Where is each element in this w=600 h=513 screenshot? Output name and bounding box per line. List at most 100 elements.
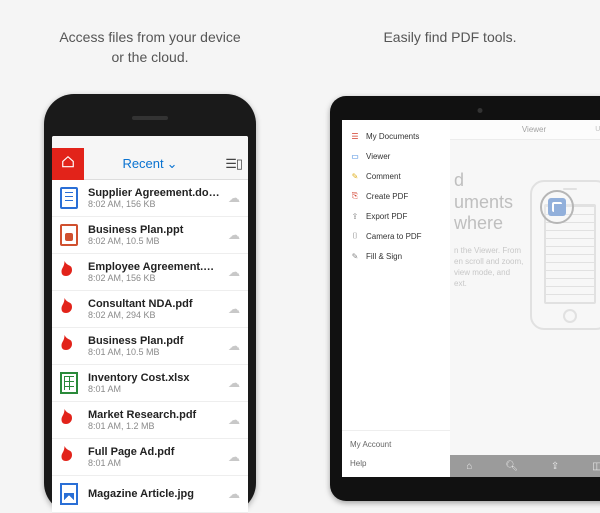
file-meta: Magazine Article.jpg — [88, 488, 220, 500]
tablet-frame: ☰ My Documents ▭ Viewer ✎ Comment ⎘ Create PDF ⇪… — [330, 96, 600, 501]
jpg-icon — [60, 483, 78, 505]
file-row[interactable]: Business Plan.pdf8:01 AM, 10.5 MB☁ — [52, 328, 248, 365]
drawer-item[interactable]: ▭ Viewer — [342, 146, 450, 166]
file-meta: Consultant NDA.pdf8:02 AM, 294 KB — [88, 298, 220, 320]
content-dimmed: Viewer Undo dumentswhere n the Viewer. F… — [450, 120, 600, 477]
file-name: Inventory Cost.xlsx — [88, 372, 220, 384]
file-list[interactable]: Supplier Agreement.docx8:02 AM, 156 KB☁B… — [52, 180, 248, 513]
drawer-item-label: Create PDF — [366, 192, 408, 201]
file-row[interactable]: Business Plan.ppt8:02 AM, 10.5 MB ☁ — [52, 217, 248, 254]
drawer-item-icon: ⌷ — [350, 231, 360, 241]
file-subtitle: 8:02 AM, 10.5 MB — [88, 236, 220, 246]
cloud-icon: ☁ — [228, 228, 240, 242]
drawer-item[interactable]: ✎ Fill & Sign — [342, 246, 450, 266]
right-caption: Easily find PDF tools. — [383, 28, 516, 76]
left-panel: Access files from your device or the clo… — [0, 0, 300, 510]
file-meta: Market Research.pdf8:01 AM, 1.2 MB — [88, 409, 220, 431]
file-subtitle: 8:01 AM — [88, 458, 220, 468]
caption-line: Easily find PDF tools. — [383, 28, 516, 48]
file-subtitle: 8:02 AM, 156 KB — [88, 199, 220, 209]
file-name: Business Plan.pdf — [88, 335, 220, 347]
file-name: Employee Agreement.pdf — [88, 261, 220, 273]
caption-line: or the cloud. — [59, 48, 240, 68]
pdf-icon — [60, 444, 78, 471]
ppt-icon — [60, 224, 78, 246]
drawer-item-label: Camera to PDF — [366, 232, 422, 241]
drawer-item[interactable]: ⎘ Create PDF — [342, 186, 450, 206]
drawer-item-label: Export PDF — [366, 212, 407, 221]
file-meta: Full Page Ad.pdf8:01 AM — [88, 446, 220, 468]
drawer-item-icon: ⎘ — [350, 191, 360, 201]
drawer-item-icon: ▭ — [350, 151, 360, 161]
home-icon — [61, 155, 75, 172]
dim-overlay[interactable] — [450, 120, 600, 477]
file-name: Consultant NDA.pdf — [88, 298, 220, 310]
docx-icon — [60, 187, 78, 209]
file-type-icon — [58, 444, 80, 470]
file-type-icon — [58, 333, 80, 359]
status-bar — [52, 136, 248, 148]
xlsx-icon — [60, 372, 78, 394]
file-subtitle: 8:01 AM — [88, 384, 220, 394]
cloud-icon: ☁ — [228, 339, 240, 353]
nav-title-label: Recent — [122, 156, 163, 171]
file-row[interactable]: Consultant NDA.pdf8:02 AM, 294 KB ☁ — [52, 291, 248, 328]
file-name: Magazine Article.jpg — [88, 488, 220, 500]
drawer-item-icon: ✎ — [350, 171, 360, 181]
drawer-item-icon: ✎ — [350, 251, 360, 261]
cloud-icon: ☁ — [228, 413, 240, 427]
file-type-icon — [58, 185, 80, 211]
file-meta: Supplier Agreement.docx8:02 AM, 156 KB — [88, 187, 220, 209]
drawer-item[interactable]: ✎ Comment — [342, 166, 450, 186]
file-meta: Employee Agreement.pdf8:02 AM, 156 KB — [88, 261, 220, 283]
cloud-icon: ☁ — [228, 302, 240, 316]
navbar: Recent ⌄ ☰▯ — [52, 148, 248, 180]
left-caption: Access files from your device or the clo… — [59, 28, 240, 76]
drawer-footer-item[interactable]: My Account — [342, 435, 450, 454]
pdf-icon — [60, 296, 78, 323]
phone-frame: Recent ⌄ ☰▯ Supplier Agreement.docx8:02 … — [44, 94, 256, 513]
drawer-item[interactable]: ⇪ Export PDF — [342, 206, 450, 226]
file-type-icon — [58, 370, 80, 396]
file-name: Business Plan.ppt — [88, 224, 220, 236]
file-row[interactable]: Employee Agreement.pdf8:02 AM, 156 KB☁ — [52, 254, 248, 291]
file-type-icon — [58, 222, 80, 248]
drawer-item-label: My Account — [350, 440, 391, 449]
drawer-item-label: Fill & Sign — [366, 252, 402, 261]
drawer-footer-item[interactable]: Help — [342, 454, 450, 473]
cloud-icon: ☁ — [228, 450, 240, 464]
caption-line: Access files from your device — [59, 28, 240, 48]
pdf-icon — [60, 407, 78, 434]
file-name: Market Research.pdf — [88, 409, 220, 421]
file-type-icon — [58, 259, 80, 285]
drawer-item-label: Viewer — [366, 152, 390, 161]
file-row[interactable]: Full Page Ad.pdf8:01 AM ☁ — [52, 439, 248, 476]
file-type-icon — [58, 481, 80, 507]
file-subtitle: 8:01 AM, 1.2 MB — [88, 421, 220, 431]
file-row[interactable]: Market Research.pdf8:01 AM, 1.2 MB ☁ — [52, 402, 248, 439]
file-row[interactable]: Magazine Article.jpg ☁ — [52, 476, 248, 513]
tablet-screen: ☰ My Documents ▭ Viewer ✎ Comment ⎘ Create PDF ⇪… — [342, 120, 600, 477]
cloud-icon: ☁ — [228, 487, 240, 501]
drawer-item[interactable]: ☰ My Documents — [342, 126, 450, 146]
drawer-item-icon: ⇪ — [350, 211, 360, 221]
file-type-icon — [58, 296, 80, 322]
file-meta: Inventory Cost.xlsx8:01 AM — [88, 372, 220, 394]
drawer-item-icon: ☰ — [350, 131, 360, 141]
file-meta: Business Plan.ppt8:02 AM, 10.5 MB — [88, 224, 220, 246]
drawer-item-label: Help — [350, 459, 366, 468]
cloud-icon: ☁ — [228, 376, 240, 390]
file-subtitle: 8:02 AM, 156 KB — [88, 273, 220, 283]
home-button[interactable] — [52, 148, 84, 180]
drawer-item-label: Comment — [366, 172, 401, 181]
file-row[interactable]: Inventory Cost.xlsx8:01 AM ☁ — [52, 365, 248, 402]
file-subtitle: 8:02 AM, 294 KB — [88, 310, 220, 320]
view-mode-button[interactable]: ☰▯ — [225, 156, 242, 172]
drawer-item[interactable]: ⌷ Camera to PDF — [342, 226, 450, 246]
nav-drawer: ☰ My Documents ▭ Viewer ✎ Comment ⎘ Create PDF ⇪… — [342, 120, 450, 477]
cloud-icon: ☁ — [228, 191, 240, 205]
file-row[interactable]: Supplier Agreement.docx8:02 AM, 156 KB ☁ — [52, 180, 248, 217]
right-panel: Easily find PDF tools. ☰ My Documents ▭ Vie… — [300, 0, 600, 510]
file-name: Full Page Ad.pdf — [88, 446, 220, 458]
drawer-item-label: My Documents — [366, 132, 419, 141]
